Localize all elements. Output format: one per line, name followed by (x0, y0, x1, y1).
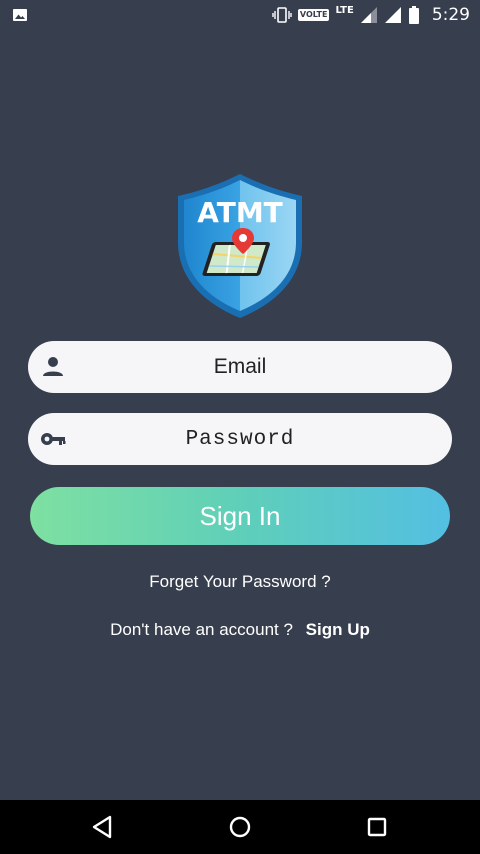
status-icons: VOLTE LTE 5:29 (272, 0, 470, 30)
email-input[interactable] (78, 341, 402, 393)
person-icon (43, 357, 63, 376)
volte-badge: VOLTE (297, 9, 330, 21)
vibrate-icon (272, 7, 292, 23)
battery-icon (408, 6, 419, 24)
recents-icon[interactable] (362, 812, 392, 842)
system-nav-bar (0, 800, 480, 854)
signal-icon (360, 7, 377, 23)
app-logo: ATMT (178, 174, 302, 318)
password-input[interactable] (78, 413, 402, 465)
email-field-container[interactable] (28, 341, 452, 393)
sign-up-link[interactable]: Sign Up (306, 620, 370, 639)
home-icon[interactable] (225, 812, 255, 842)
signup-prompt: Don't have an account ? Sign Up (0, 620, 480, 640)
password-field-container[interactable] (28, 413, 452, 465)
key-icon (41, 433, 66, 445)
gallery-notification-icon (13, 9, 27, 21)
clock: 5:29 (431, 5, 470, 25)
back-icon[interactable] (88, 812, 118, 842)
sign-in-button[interactable]: Sign In (30, 487, 450, 545)
no-account-label: Don't have an account ? (110, 620, 293, 639)
signal-full-icon (384, 7, 401, 23)
forgot-password-link[interactable]: Forget Your Password ? (0, 572, 480, 592)
logo-text: ATMT (197, 196, 283, 229)
network-type-label: LTE (335, 5, 354, 16)
status-bar: VOLTE LTE 5:29 (0, 0, 480, 30)
